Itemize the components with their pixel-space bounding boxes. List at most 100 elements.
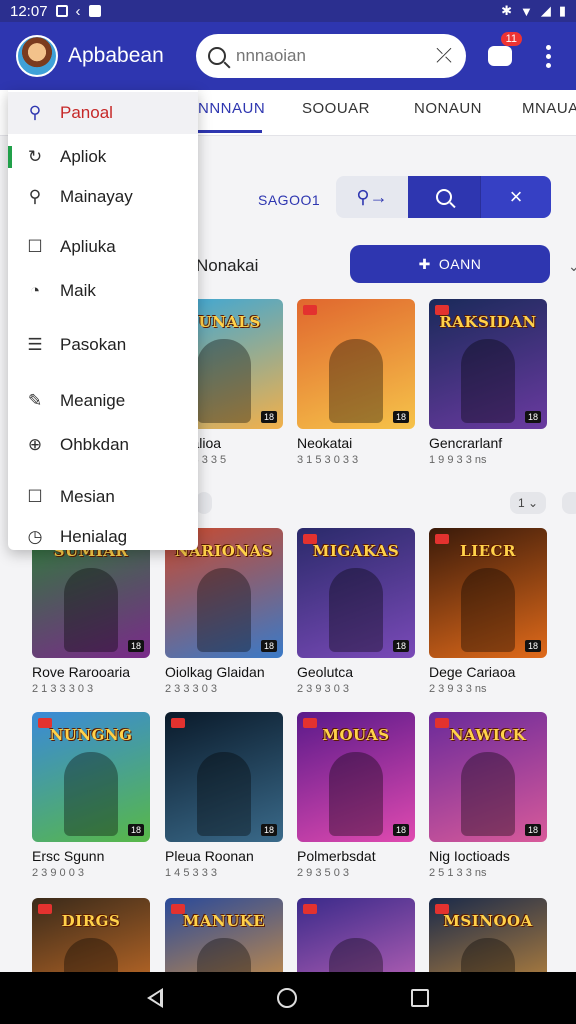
drawer-item[interactable]: ◔ Maik bbox=[8, 270, 198, 312]
game-badge bbox=[171, 718, 185, 728]
game-card[interactable]: LIECR 18 Dege Cariaoa 2 3 9 3 3 ns bbox=[429, 528, 547, 695]
drawer-item[interactable]: ⚲ Mainayay bbox=[8, 176, 198, 218]
search-icon: ⚲ bbox=[28, 103, 42, 122]
game-card[interactable]: SUMIAR 18 Rove Rarooaria 2 1 3 3 3 0 3 bbox=[32, 528, 150, 695]
game-title: Geolutca bbox=[297, 664, 354, 680]
drawer-item-label: Ohbkdan bbox=[60, 435, 129, 454]
game-thumbnail[interactable]: 18 bbox=[165, 712, 283, 842]
scroll-hint-icon: ⌄ bbox=[568, 258, 576, 274]
game-thumbnail[interactable]: 18 bbox=[297, 299, 415, 429]
tab-2[interactable]: SOOUAR bbox=[302, 100, 370, 117]
game-thumbnail[interactable]: MOUAS 18 bbox=[297, 712, 415, 842]
drawer-item[interactable]: ◷ Henialag bbox=[8, 516, 198, 550]
section-title: Nonakai bbox=[196, 256, 259, 275]
app-bar: Apbabean ⤫ 11 bbox=[0, 22, 576, 90]
app-brand[interactable]: Apbabean bbox=[0, 22, 198, 90]
chat-icon bbox=[488, 46, 512, 66]
clear-filter-button[interactable]: × bbox=[480, 176, 551, 218]
game-subtitle: 2 5 1 3 3 ns bbox=[429, 867, 487, 879]
back-icon[interactable] bbox=[147, 988, 163, 1008]
drawer-item[interactable]: ✎ Meanige bbox=[8, 380, 198, 422]
clear-search-icon[interactable]: ⤫ bbox=[436, 45, 452, 68]
chat-icon: ◔ bbox=[29, 281, 41, 300]
game-card[interactable]: NUNGNG 18 Ersc Sgunn 2 3 9 0 0 3 bbox=[32, 712, 150, 879]
drawer-item-label: Apliuka bbox=[60, 237, 116, 256]
drawer-item[interactable]: ☐ Apliuka bbox=[8, 226, 198, 268]
more-options-button[interactable] bbox=[536, 40, 560, 72]
game-thumbnail[interactable]: LIECR 18 bbox=[429, 528, 547, 658]
messages-button[interactable]: 11 bbox=[482, 32, 522, 74]
game-title: Gencrarlanf bbox=[429, 435, 503, 451]
avatar[interactable] bbox=[16, 35, 58, 77]
game-card[interactable]: 18 Neokatai 3 1 5 3 0 3 3 bbox=[297, 299, 415, 466]
game-title: Nig Ioctioads bbox=[429, 848, 510, 864]
drawer-item[interactable]: ⊕ Ohbkdan bbox=[8, 424, 198, 466]
game-thumbnail[interactable]: NUNGNG 18 bbox=[32, 712, 150, 842]
drawer-item[interactable]: ☐ Mesian bbox=[8, 476, 198, 518]
game-subtitle: 2 3 3 3 0 3 bbox=[165, 683, 217, 695]
game-title: Ersc Sgunn bbox=[32, 848, 105, 864]
row-chip[interactable] bbox=[196, 492, 212, 514]
drawer-item-label: Meanige bbox=[60, 391, 126, 410]
checkbox-icon: ☐ bbox=[27, 487, 43, 506]
battery-icon: ▮ bbox=[558, 3, 566, 18]
clock-icon: ◷ bbox=[27, 527, 43, 546]
game-title: Dege Cariaoa bbox=[429, 664, 516, 680]
tab-4[interactable]: MNAUA bbox=[522, 100, 576, 117]
game-card[interactable]: MIGAKAS 18 Geolutca 2 3 9 3 0 3 bbox=[297, 528, 415, 695]
drawer-item-label: Henialag bbox=[60, 527, 128, 546]
home-icon[interactable] bbox=[277, 988, 297, 1008]
row-chip[interactable] bbox=[562, 492, 576, 514]
drawer-item-label: Mainayay bbox=[60, 187, 133, 206]
game-card[interactable]: NARIONAS 18 Oiolkag Glaidan 2 3 3 3 0 3 bbox=[165, 528, 283, 695]
game-card[interactable]: RAKSIDAN 18 Gencrarlanf 1 9 9 3 3 ns bbox=[429, 299, 547, 466]
tab-3[interactable]: NONAUN bbox=[414, 100, 482, 117]
game-character-art bbox=[64, 568, 118, 652]
drawer-item-label: Pasokan bbox=[60, 335, 127, 354]
more-dot bbox=[545, 62, 551, 68]
game-title: Rove Rarooaria bbox=[32, 664, 131, 680]
search-icon bbox=[436, 189, 452, 205]
game-thumbnail[interactable]: RAKSIDAN 18 bbox=[429, 299, 547, 429]
game-card[interactable]: NAWICK 18 Nig Ioctioads 2 5 1 3 3 ns bbox=[429, 712, 547, 879]
search-icon bbox=[208, 47, 226, 65]
system-nav-bar bbox=[0, 972, 576, 1024]
notification-badge: 11 bbox=[500, 32, 522, 46]
game-character-art bbox=[329, 568, 383, 652]
navigation-drawer: ⚲ Panoal ↻ Apliok ⚲ Mainayay ☐ Apliuka ◔ Maik ☰ Pas… bbox=[8, 90, 198, 550]
search-action-button[interactable] bbox=[408, 176, 480, 218]
game-title: Polmerbsdat bbox=[297, 848, 376, 864]
filter-button[interactable]: ⚲→ bbox=[336, 176, 408, 218]
globe-icon: ⊕ bbox=[27, 435, 43, 454]
more-dot bbox=[545, 53, 551, 59]
age-rating-badge: 18 bbox=[392, 411, 409, 423]
search-input[interactable] bbox=[236, 46, 426, 66]
game-thumbnail[interactable]: MIGAKAS 18 bbox=[297, 528, 415, 658]
game-card[interactable]: MOUAS 18 Polmerbsdat 2 9 3 5 0 3 bbox=[297, 712, 415, 879]
drawer-item[interactable]: ↻ Apliok bbox=[8, 136, 198, 178]
drawer-item[interactable]: ☰ Pasokan bbox=[8, 324, 198, 366]
drawer-item[interactable]: ⚲ Panoal bbox=[8, 92, 198, 134]
game-logo: DIRGS bbox=[61, 912, 121, 930]
status-bar: 12:07 ‹ ✱ ▼ ◢ ▮ bbox=[0, 0, 576, 22]
add-button[interactable]: ✚ OANN bbox=[350, 245, 550, 283]
age-rating-badge: 18 bbox=[127, 640, 144, 652]
refresh-icon: ↻ bbox=[27, 147, 43, 166]
game-character-art bbox=[197, 752, 251, 836]
signal-icon: ◢ bbox=[540, 3, 551, 18]
game-subtitle: 3 1 5 3 0 3 3 bbox=[297, 454, 359, 466]
game-thumbnail[interactable]: NAWICK 18 bbox=[429, 712, 547, 842]
recents-icon[interactable] bbox=[411, 989, 429, 1007]
age-rating-badge: 18 bbox=[524, 640, 541, 652]
game-character-art bbox=[64, 752, 118, 836]
search-bar[interactable]: ⤫ bbox=[196, 34, 466, 78]
tab-1[interactable]: NNNAUN bbox=[198, 100, 265, 117]
filter-icon: ⚲→ bbox=[356, 186, 388, 207]
game-subtitle: 1 4 5 3 3 3 bbox=[165, 867, 217, 879]
row-chip[interactable]: 1 ⌄ bbox=[510, 492, 546, 514]
game-card[interactable]: 18 Pleua Roonan 1 4 5 3 3 3 bbox=[165, 712, 283, 879]
checkbox-icon: ☐ bbox=[27, 237, 43, 256]
game-character-art bbox=[329, 339, 383, 423]
game-character-art bbox=[197, 568, 251, 652]
more-dot bbox=[545, 44, 551, 50]
